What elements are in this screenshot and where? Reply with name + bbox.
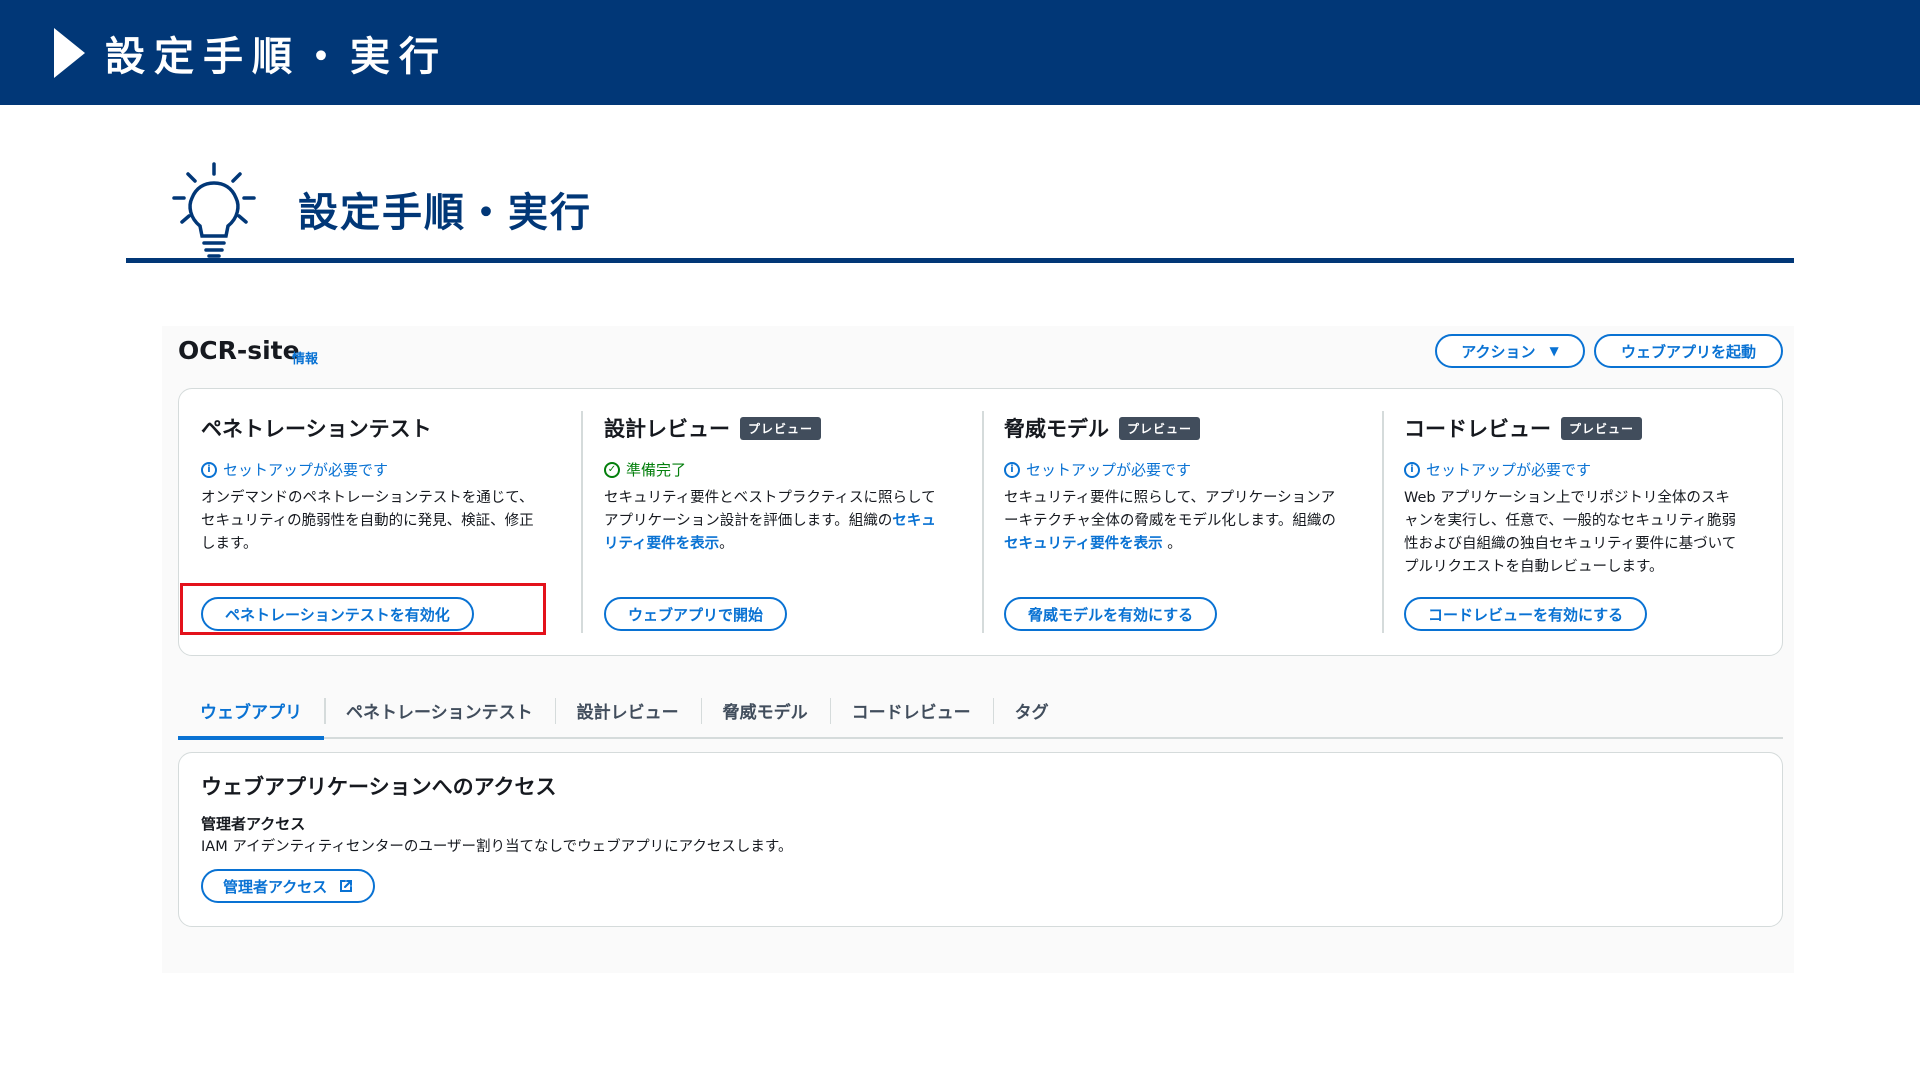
actions-label: アクション	[1461, 342, 1536, 361]
info-icon: i	[1404, 461, 1420, 478]
banner-title: 設定手順・実行	[105, 33, 448, 80]
play-arrow-icon	[54, 27, 85, 78]
status-setup-required: i セットアップが必要です	[1004, 459, 1191, 480]
desc-text: セキュリティ要件とベストプラクティスに照らしてアプリケーション設計を評価します。…	[604, 490, 936, 529]
access-title: ウェブアプリケーションへのアクセス	[201, 775, 557, 799]
section-divider	[126, 258, 1794, 263]
card-title: コードレビュー プレビュー	[1404, 413, 1643, 443]
tab-threat-model[interactable]: 脅威モデル	[700, 682, 830, 738]
status-text: 準備完了	[626, 461, 687, 479]
tab-pentest[interactable]: ペネトレーションテスト	[324, 682, 555, 738]
section-title: 設定手順・実行	[298, 190, 592, 236]
tab-webapp[interactable]: ウェブアプリ	[178, 682, 324, 740]
webapp-access-panel: ウェブアプリケーションへのアクセス 管理者アクセス IAM アイデンティティセン…	[178, 752, 1783, 927]
preview-badge: プレビュー	[740, 416, 822, 440]
lightbulb-icon	[172, 162, 256, 258]
status-setup-required: i セットアップが必要です	[1404, 459, 1591, 480]
desc-text: セキュリティ要件に照らして、アプリケーションアーキテクチャ全体の脅威をモデル化し…	[1004, 490, 1336, 529]
status-ready: ✓ 準備完了	[604, 459, 686, 480]
card-description: セキュリティ要件とベストプラクティスに照らしてアプリケーション設計を評価します。…	[604, 487, 944, 556]
card-description: Web アプリケーション上でリポジトリ全体のスキャンを実行し、任意で、一般的なセ…	[1404, 490, 1737, 575]
card-description: オンデマンドのペネトレーションテストを通じて、セキュリティの脆弱性を自動的に発見…	[201, 490, 534, 552]
feature-cards: ペネトレーションテスト i セットアップが必要です オンデマンドのペネトレーショ…	[178, 388, 1783, 656]
access-description: IAM アイデンティティセンターのユーザー割り当てなしでウェブアプリにアクセスし…	[201, 839, 793, 855]
card-design-review: 設計レビュー プレビュー ✓ 準備完了 セキュリティ要件とベストプラクティスに照…	[582, 389, 982, 655]
status-text: セットアップが必要です	[223, 461, 389, 479]
enable-threat-model-button[interactable]: 脅威モデルを有効にする	[1004, 597, 1218, 631]
tab-code-review[interactable]: コードレビュー	[829, 682, 993, 738]
desc-suffix: 。	[719, 536, 734, 552]
check-circle-icon: ✓	[604, 461, 620, 478]
card-title-text: コードレビュー	[1404, 417, 1551, 441]
tab-design-review[interactable]: 設計レビュー	[554, 682, 701, 738]
actions-dropdown-button[interactable]: アクション ▼	[1435, 334, 1585, 368]
app-name: OCR-site	[178, 336, 300, 365]
tab-tags[interactable]: タグ	[992, 682, 1071, 738]
caret-down-icon: ▼	[1549, 344, 1559, 358]
status-setup-required: i セットアップが必要です	[201, 459, 388, 480]
status-text: セットアップが必要です	[1426, 461, 1592, 479]
console-panel: OCR-site 情報 アクション ▼ ウェブアプリを起動 ペネトレーションテス…	[162, 326, 1794, 973]
preview-badge: プレビュー	[1561, 416, 1643, 440]
section-heading: 設定手順・実行	[126, 150, 1794, 266]
admin-access-button[interactable]: 管理者アクセス	[201, 869, 376, 903]
info-icon: i	[1004, 461, 1020, 478]
info-icon: i	[201, 461, 217, 478]
card-title: ペネトレーションテスト	[201, 413, 432, 443]
external-link-icon	[340, 880, 353, 892]
card-title: 脅威モデル プレビュー	[1004, 413, 1201, 443]
highlight-annotation-box	[180, 583, 546, 635]
info-link[interactable]: 情報	[292, 348, 318, 367]
card-pentest: ペネトレーションテスト i セットアップが必要です オンデマンドのペネトレーショ…	[179, 389, 579, 655]
card-description: セキュリティ要件に照らして、アプリケーションアーキテクチャ全体の脅威をモデル化し…	[1004, 487, 1344, 556]
preview-badge: プレビュー	[1119, 416, 1201, 440]
enable-code-review-button[interactable]: コードレビューを有効にする	[1404, 597, 1648, 631]
card-title: 設計レビュー プレビュー	[604, 413, 822, 443]
desc-suffix: 。	[1162, 536, 1182, 552]
card-title-text: ペネトレーションテスト	[201, 417, 432, 441]
start-in-webapp-button[interactable]: ウェブアプリで開始	[604, 597, 788, 631]
top-banner: 設定手順・実行	[0, 0, 1920, 105]
security-requirements-link[interactable]: セキュリティ要件を表示	[1004, 536, 1163, 552]
card-title-text: 脅威モデル	[1004, 417, 1109, 441]
status-text: セットアップが必要です	[1026, 461, 1192, 479]
card-code-review: コードレビュー プレビュー i セットアップが必要です Web アプリケーション…	[1382, 389, 1782, 655]
access-subtitle: 管理者アクセス	[201, 815, 306, 833]
admin-access-label: 管理者アクセス	[223, 877, 328, 896]
launch-webapp-button[interactable]: ウェブアプリを起動	[1594, 334, 1783, 368]
tab-bar: ウェブアプリ ペネトレーションテスト 設計レビュー 脅威モデル コードレビュー …	[178, 682, 1783, 740]
card-title-text: 設計レビュー	[604, 417, 730, 441]
card-threat-model: 脅威モデル プレビュー i セットアップが必要です セキュリティ要件に照らして、…	[982, 389, 1382, 655]
